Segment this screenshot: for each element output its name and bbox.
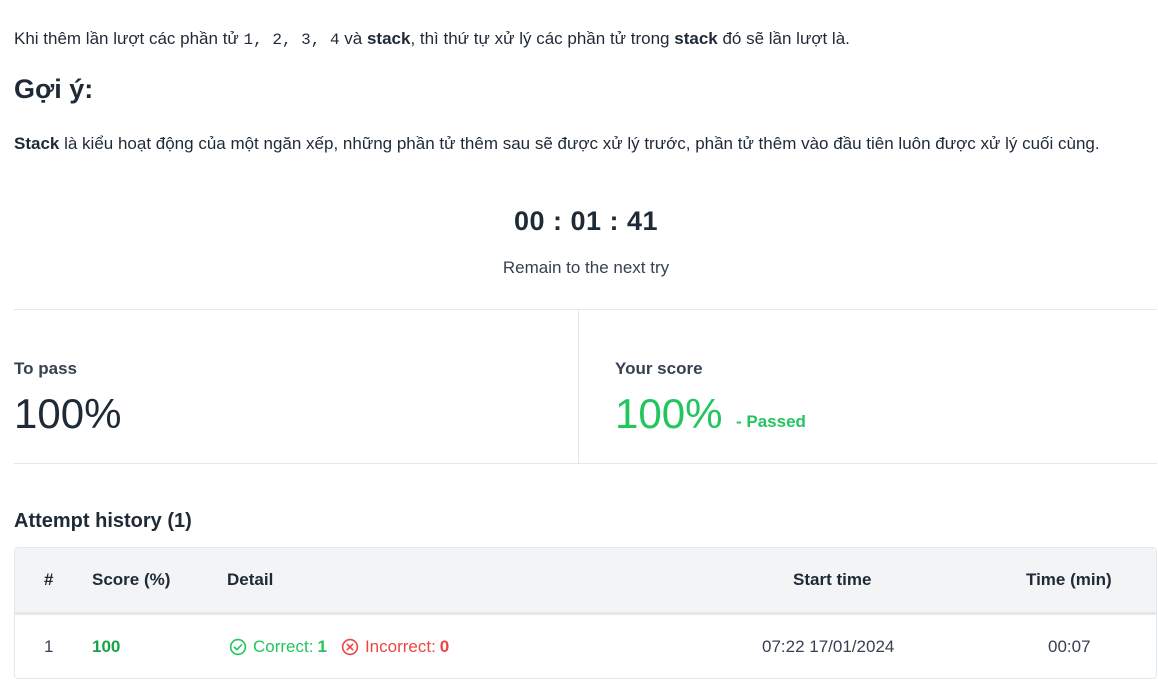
question-stack-word-2: stack bbox=[674, 29, 718, 48]
hint-bold-word: Stack bbox=[14, 134, 60, 153]
header-index: # bbox=[44, 570, 54, 589]
hint-text: là kiểu hoạt động của một ngăn xếp, nhữn… bbox=[59, 134, 1100, 153]
row-index: 1 bbox=[44, 637, 54, 656]
row-start-time: 07:22 17/01/2024 bbox=[762, 637, 895, 656]
question-sequence: 1, 2, 3, 4 bbox=[243, 31, 340, 49]
attempt-history-title: Attempt history (1) bbox=[14, 510, 192, 532]
incorrect-label: Incorrect: bbox=[364, 637, 436, 656]
row-duration: 00:07 bbox=[1048, 637, 1091, 656]
divider-top bbox=[14, 309, 1157, 310]
header-detail: Detail bbox=[227, 570, 274, 589]
question-prefix: Khi thêm lần lượt các phần tử bbox=[14, 29, 244, 48]
divider-bottom bbox=[14, 463, 1157, 464]
correct-count: Correct: 1 bbox=[229, 637, 327, 657]
question-stack-word: stack bbox=[366, 29, 411, 48]
passed-status: - Passed bbox=[736, 412, 806, 431]
table-header: # Score (%) Detail Start time Time (min) bbox=[15, 548, 1156, 615]
header-start-time: Start time bbox=[793, 570, 872, 589]
x-circle-icon bbox=[341, 638, 359, 656]
question-middle-2: , thì thứ tự xử lý các phần tử trong bbox=[410, 29, 675, 48]
hint-title: Gợi ý: bbox=[14, 74, 94, 104]
correct-number: 1 bbox=[317, 637, 327, 656]
incorrect-count: Incorrect: 0 bbox=[341, 637, 449, 657]
question-suffix: đó sẽ lần lượt là. bbox=[717, 29, 850, 48]
hint-body: Stack là kiểu hoạt động của một ngăn xếp… bbox=[14, 130, 1158, 157]
header-duration: Time (min) bbox=[1026, 570, 1112, 589]
row-detail: Correct: 1 Incorrect: 0 bbox=[229, 637, 449, 657]
question-middle-1: và bbox=[339, 29, 367, 48]
divider-vertical bbox=[578, 310, 579, 463]
question-text: Khi thêm lần lượt các phần tử 1, 2, 3, 4… bbox=[14, 28, 1154, 51]
countdown-timer: 00 : 01 : 41 bbox=[513, 206, 659, 236]
check-circle-icon bbox=[229, 638, 247, 656]
attempt-history-table: # Score (%) Detail Start time Time (min)… bbox=[14, 547, 1157, 679]
your-score-value: 100% bbox=[615, 390, 723, 437]
row-score: 100 bbox=[92, 637, 121, 656]
to-pass-value: 100% bbox=[14, 390, 122, 437]
to-pass-label: To pass bbox=[14, 359, 77, 378]
quiz-result-page: Khi thêm lần lượt các phần tử 1, 2, 3, 4… bbox=[0, 0, 1158, 688]
your-score-label: Your score bbox=[615, 359, 703, 378]
incorrect-number: 0 bbox=[439, 637, 450, 656]
correct-label: Correct: bbox=[253, 637, 314, 656]
header-score: Score (%) bbox=[92, 570, 171, 589]
countdown-caption: Remain to the next try bbox=[502, 258, 670, 277]
